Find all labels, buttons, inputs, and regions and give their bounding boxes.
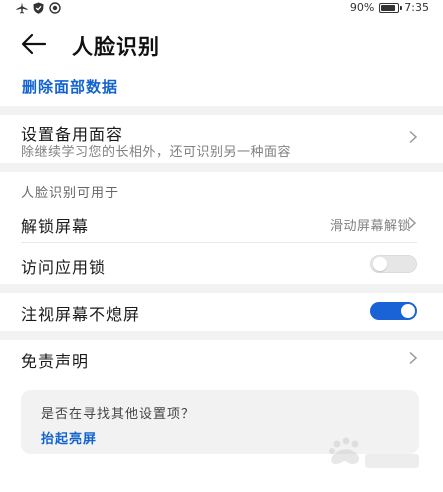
toggle-knob — [373, 257, 387, 271]
shield-icon — [33, 2, 44, 14]
backup-face-row[interactable]: 设置备用面容 除继续学习您的长相外，还可识别另一种面容 — [0, 115, 443, 163]
title-bar: 人脸识别 — [0, 28, 443, 62]
status-bar: 90% 7:35 — [0, 0, 443, 18]
toggle-knob — [401, 304, 415, 318]
unlock-screen-value: 滑动屏幕解锁 — [329, 219, 411, 234]
chevron-right-icon — [409, 351, 418, 365]
raise-to-wake-link[interactable]: 抬起亮屏 — [41, 428, 97, 447]
unlock-screen-row[interactable]: 解锁屏幕 滑动屏幕解锁 — [0, 205, 443, 241]
gaze-keep-screen-row: 注视屏幕不熄屏 — [0, 293, 443, 329]
delete-face-data-link[interactable]: 删除面部数据 — [22, 76, 118, 97]
unlock-screen-title: 解锁屏幕 — [21, 217, 90, 236]
disclaimer-title: 免责声明 — [21, 352, 90, 371]
suggestion-question: 是否在寻找其他设置项？ — [41, 407, 196, 422]
gaze-keep-screen-toggle[interactable] — [370, 302, 417, 320]
row-divider — [21, 242, 417, 243]
page-title: 人脸识别 — [72, 35, 160, 59]
app-lock-row: 访问应用锁 — [0, 246, 443, 282]
watermark-logo — [329, 437, 419, 468]
section-divider — [0, 106, 443, 115]
clock: 7:35 — [404, 1, 429, 14]
airplane-icon — [16, 2, 28, 14]
disclaimer-row[interactable]: 免责声明 — [0, 340, 443, 376]
gaze-keep-screen-title: 注视屏幕不熄屏 — [21, 305, 141, 324]
battery-level — [381, 4, 396, 11]
app-lock-title: 访问应用锁 — [21, 258, 107, 277]
location-icon — [49, 2, 61, 14]
battery-percent: 90% — [349, 1, 375, 14]
arrow-left-icon[interactable] — [20, 32, 48, 56]
chevron-right-icon — [409, 130, 418, 144]
chevron-right-icon — [408, 216, 417, 230]
status-icons — [16, 2, 61, 14]
section-divider — [0, 331, 443, 340]
status-right: 90% 7:35 — [350, 1, 429, 14]
app-lock-toggle[interactable] — [370, 255, 417, 273]
battery-icon — [379, 2, 402, 13]
section-divider — [0, 163, 443, 172]
backup-face-subtitle: 除继续学习您的长相外，还可识别另一种面容 — [21, 145, 292, 160]
section-label: 人脸识别可用于 — [21, 186, 120, 201]
section-divider — [0, 284, 443, 293]
